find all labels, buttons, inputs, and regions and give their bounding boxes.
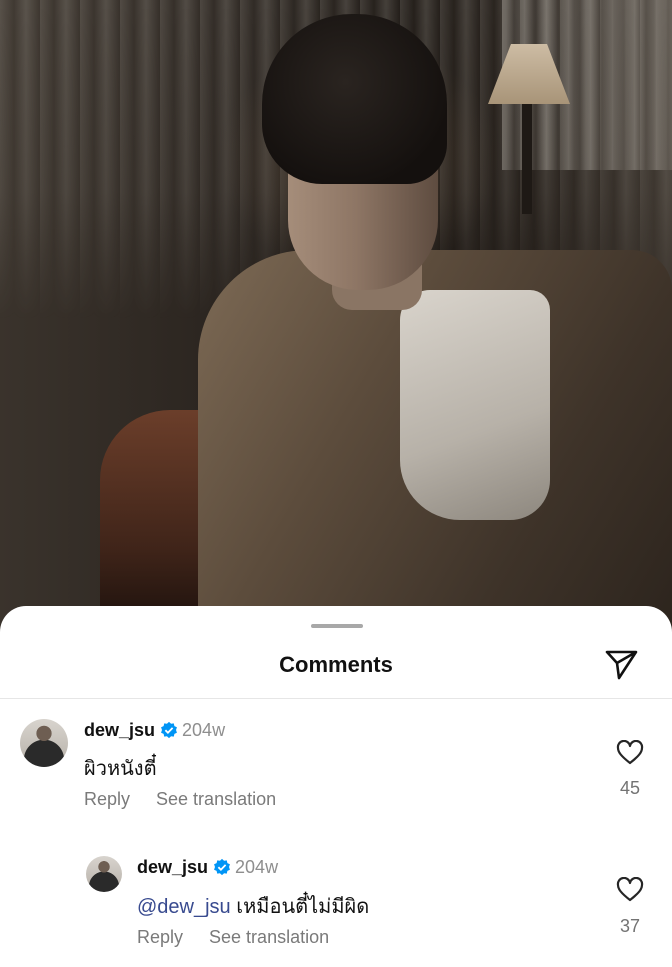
person-hair <box>262 14 447 184</box>
reply-button[interactable]: Reply <box>137 927 183 947</box>
avatar[interactable] <box>20 719 68 767</box>
title-divider <box>0 698 672 699</box>
like-heart-icon[interactable] <box>616 740 644 766</box>
comment-text: ผิวหนังตี๋ <box>84 758 157 780</box>
like-count: 37 <box>619 916 641 936</box>
person-shirt <box>400 290 550 520</box>
comment-username[interactable]: dew_jsu <box>137 857 208 877</box>
comments-sheet: Comments dew_jsu 204w ผิวหนังตี๋ Reply See… <box>0 606 672 967</box>
verified-badge-icon <box>161 721 177 739</box>
see-translation-button[interactable]: See translation <box>209 927 329 947</box>
lamp-pole <box>522 104 532 214</box>
verified-badge-icon <box>214 858 230 876</box>
post-photo <box>0 0 672 640</box>
send-icon[interactable] <box>602 645 640 683</box>
like-heart-icon[interactable] <box>616 877 644 903</box>
sheet-title: Comments <box>279 652 393 677</box>
avatar[interactable] <box>86 856 122 892</box>
comment-username[interactable]: dew_jsu <box>84 720 155 740</box>
see-translation-button[interactable]: See translation <box>156 789 276 809</box>
sheet-drag-handle[interactable] <box>311 624 363 628</box>
comment-time: 204w <box>235 857 279 877</box>
comment-text: เหมือนตี๋ไม่มีผิด <box>230 896 370 918</box>
reply-button[interactable]: Reply <box>84 789 130 809</box>
like-count: 45 <box>619 778 641 798</box>
mention-link[interactable]: @dew_jsu <box>137 896 231 918</box>
comment-time: 204w <box>182 720 226 740</box>
